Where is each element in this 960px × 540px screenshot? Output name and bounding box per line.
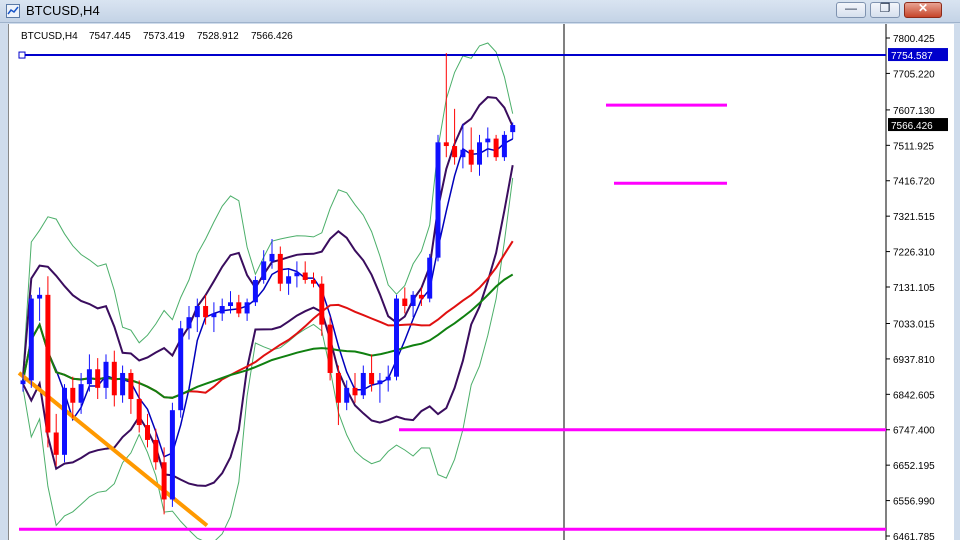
- candle-body: [369, 372, 375, 385]
- candle-body: [493, 138, 499, 158]
- candle-body: [203, 306, 209, 318]
- candle-body: [311, 279, 316, 284]
- info-close: 7566.426: [251, 31, 293, 42]
- candle-body: [194, 306, 200, 318]
- price-tick-label: 6842.605: [893, 390, 935, 401]
- candle-body: [294, 272, 300, 277]
- candle-body: [385, 376, 391, 381]
- candle-body: [169, 410, 175, 500]
- candle-body: [37, 294, 43, 299]
- restore-button[interactable]: ❐: [870, 1, 900, 18]
- price-tick-label: 7226.310: [893, 248, 935, 259]
- candle-body: [145, 425, 150, 440]
- price-tick-label: 6556.990: [893, 497, 935, 508]
- price-tick-label: 7416.720: [893, 177, 935, 188]
- candle-body: [352, 387, 358, 396]
- candle-body: [78, 384, 84, 403]
- hline-anchor-left: [18, 51, 26, 59]
- candle-body: [211, 313, 217, 318]
- candle-body: [485, 138, 491, 143]
- candle-body: [186, 317, 192, 329]
- candle-body: [228, 302, 233, 307]
- candle-body: [360, 372, 366, 396]
- candle-body: [277, 253, 283, 284]
- price-tick-label: 7607.130: [893, 106, 935, 117]
- window-title: BTCUSD,H4: [26, 3, 100, 18]
- candle-body: [435, 142, 441, 258]
- minimize-icon: —: [845, 1, 857, 15]
- candle-body: [178, 328, 184, 411]
- candle-body: [460, 149, 466, 158]
- candle-body: [427, 257, 433, 299]
- price-tick-label: 7033.015: [893, 319, 935, 330]
- price-chart[interactable]: BTCUSD,H4 7547.445 7573.419 7528.912 756…: [9, 24, 954, 540]
- candle-body: [302, 272, 308, 280]
- candle-body: [236, 302, 242, 314]
- candle-body: [452, 146, 458, 158]
- price-tick-label: 6461.785: [893, 532, 935, 540]
- candle-body: [335, 372, 341, 403]
- candle-body: [319, 283, 325, 325]
- candle-body: [95, 369, 101, 388]
- candle-body: [111, 361, 117, 396]
- candle-body: [501, 134, 507, 158]
- candle-body: [45, 294, 51, 433]
- candle-body: [120, 372, 126, 396]
- close-icon: ✕: [917, 1, 929, 15]
- candle-body: [128, 372, 134, 400]
- price-tick-label: 6652.195: [893, 461, 935, 472]
- hline-price-badge: 7754.587: [891, 51, 933, 62]
- candle-body: [136, 399, 142, 426]
- price-tick-label: 7800.425: [893, 34, 935, 45]
- candle-body: [53, 432, 59, 455]
- price-tick-label: 7705.220: [893, 69, 935, 80]
- info-symbol: BTCUSD,H4: [21, 31, 78, 42]
- price-tick-label: 6937.810: [893, 355, 935, 366]
- candle-body: [269, 253, 275, 262]
- candle-body: [443, 142, 449, 147]
- candle-body: [86, 369, 92, 385]
- candle-body: [344, 387, 350, 403]
- info-open: 7547.445: [89, 31, 131, 42]
- price-tick-label: 7131.105: [893, 283, 935, 294]
- candle-body: [327, 324, 333, 373]
- info-high: 7573.419: [143, 31, 185, 42]
- candle-body: [402, 298, 408, 307]
- close-button[interactable]: ✕: [904, 1, 942, 18]
- price-tick-label: 7321.515: [893, 212, 935, 223]
- candle-body: [103, 361, 109, 388]
- candle-body: [410, 294, 416, 307]
- candle-body: [161, 462, 167, 500]
- candle-body: [394, 298, 399, 377]
- chart-window-icon: [6, 4, 20, 18]
- candle-body: [153, 439, 159, 463]
- candle-body: [377, 380, 383, 385]
- candle-body: [477, 142, 482, 165]
- candle-body: [219, 306, 225, 314]
- candle-body: [70, 387, 76, 403]
- candle-body: [244, 302, 250, 314]
- title-bar[interactable]: BTCUSD,H4 — ❐ ✕: [0, 0, 960, 23]
- candle-body: [510, 125, 516, 133]
- candle-body: [20, 380, 26, 385]
- current-price-badge: 7566.426: [891, 121, 933, 132]
- minimize-button[interactable]: —: [836, 1, 866, 18]
- chart-area[interactable]: BTCUSD,H4 7547.445 7573.419 7528.912 756…: [8, 24, 954, 540]
- candle-body: [62, 387, 67, 455]
- candle-body: [28, 298, 34, 381]
- candle-body: [418, 294, 424, 299]
- price-tick-label: 7511.925: [893, 141, 934, 152]
- candle-body: [286, 276, 292, 284]
- chart-window: BTCUSD,H4 — ❐ ✕ BTCUSD,H4 7547.445 7573.…: [0, 0, 960, 540]
- price-tick-label: 6747.400: [893, 426, 935, 437]
- info-low: 7528.912: [197, 31, 239, 42]
- candle-body: [261, 261, 267, 280]
- candle-body: [252, 279, 258, 303]
- restore-icon: ❐: [879, 1, 891, 15]
- candle-body: [468, 149, 474, 165]
